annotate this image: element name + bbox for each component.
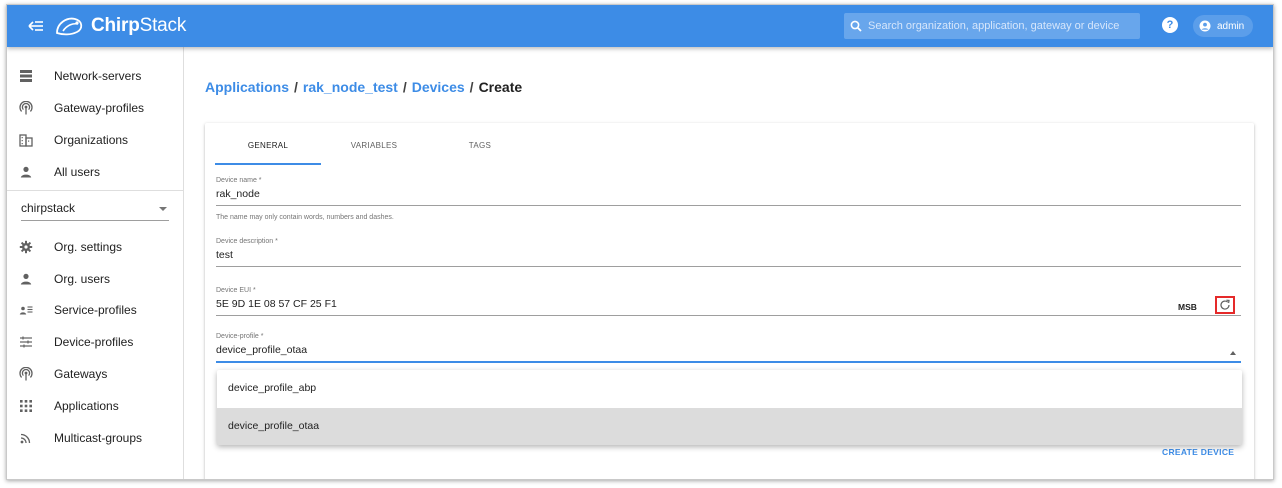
breadcrumb-application[interactable]: rak_node_test <box>303 79 398 95</box>
logo-text: ChirpStack <box>91 15 187 36</box>
chevron-up-icon[interactable] <box>1230 351 1236 355</box>
search-input[interactable] <box>868 20 1128 32</box>
tab-variables[interactable]: VARIABLES <box>321 137 427 165</box>
device-name-helper: The name may only contain words, numbers… <box>216 214 394 221</box>
sidebar-divider <box>7 190 184 191</box>
sidebar-item-multicast-groups[interactable]: Multicast-groups <box>7 423 184 453</box>
user-icon <box>18 164 34 180</box>
account-circle-icon <box>1199 20 1211 32</box>
device-name-input[interactable]: rak_node <box>216 188 260 200</box>
chirpstack-logo-icon <box>56 17 83 36</box>
server-icon <box>18 68 34 84</box>
organization-select[interactable]: chirpstack <box>21 195 169 221</box>
user-menu-button[interactable]: admin <box>1193 15 1253 37</box>
sidebar-item-gateway-profiles[interactable]: Gateway-profiles <box>7 93 184 123</box>
sidebar-item-service-profiles[interactable]: Service-profiles <box>7 295 184 325</box>
app-window: ChirpStack ? admin Network-servers <box>6 4 1274 480</box>
device-description-input[interactable]: test <box>216 249 233 261</box>
page-title: Create <box>478 79 523 95</box>
generate-eui-button[interactable] <box>1215 296 1235 314</box>
tab-tags[interactable]: TAGS <box>427 137 533 165</box>
gear-icon <box>18 239 34 255</box>
sidebar-item-org-users[interactable]: Org. users <box>7 264 184 294</box>
device-eui-input[interactable]: 5E 9D 1E 08 57 CF 25 F1 <box>216 298 337 310</box>
breadcrumb-applications[interactable]: Applications <box>205 79 289 95</box>
device-profile-dropdown: device_profile_abp device_profile_otaa <box>217 370 1242 445</box>
menu-collapse-icon[interactable] <box>27 17 45 35</box>
sliders-icon <box>18 334 34 350</box>
sidebar-item-gateways[interactable]: Gateways <box>7 359 184 389</box>
sidebar-item-applications[interactable]: Applications <box>7 391 184 421</box>
device-profile-value[interactable]: device_profile_otaa <box>216 344 307 356</box>
top-app-bar: ChirpStack ? admin <box>7 5 1273 47</box>
sidebar-item-all-users[interactable]: All users <box>7 157 184 187</box>
sidebar-item-org-settings[interactable]: Org. settings <box>7 232 184 262</box>
user-name: admin <box>1217 20 1245 32</box>
sidebar-item-organizations[interactable]: Organizations <box>7 125 184 155</box>
user-list-icon <box>18 302 34 318</box>
breadcrumb: Applications / rak_node_test / Devices /… <box>205 79 523 95</box>
global-search[interactable] <box>844 13 1140 39</box>
create-device-button[interactable]: CREATE DEVICE <box>1162 447 1234 457</box>
apps-grid-icon <box>18 398 34 414</box>
domain-icon <box>18 132 34 148</box>
user-icon <box>18 271 34 287</box>
sidebar: Network-servers Gateway-profiles Organiz… <box>7 47 184 479</box>
help-icon[interactable]: ? <box>1162 17 1178 33</box>
radio-tower-icon <box>18 100 34 116</box>
sidebar-item-device-profiles[interactable]: Device-profiles <box>7 327 184 357</box>
search-icon <box>850 20 862 32</box>
rss-icon <box>18 430 34 446</box>
byte-order-toggle[interactable]: MSB <box>1178 302 1197 312</box>
chevron-down-icon <box>159 207 167 211</box>
chirpstack-logo[interactable]: ChirpStack <box>53 12 186 40</box>
radio-tower-icon <box>18 366 34 382</box>
refresh-icon <box>1220 299 1230 310</box>
sidebar-item-network-servers[interactable]: Network-servers <box>7 61 184 91</box>
option-device-profile-abp[interactable]: device_profile_abp <box>217 370 1242 407</box>
breadcrumb-devices[interactable]: Devices <box>412 79 465 95</box>
tab-general[interactable]: GENERAL <box>215 137 321 165</box>
option-device-profile-otaa[interactable]: device_profile_otaa <box>217 408 1242 445</box>
